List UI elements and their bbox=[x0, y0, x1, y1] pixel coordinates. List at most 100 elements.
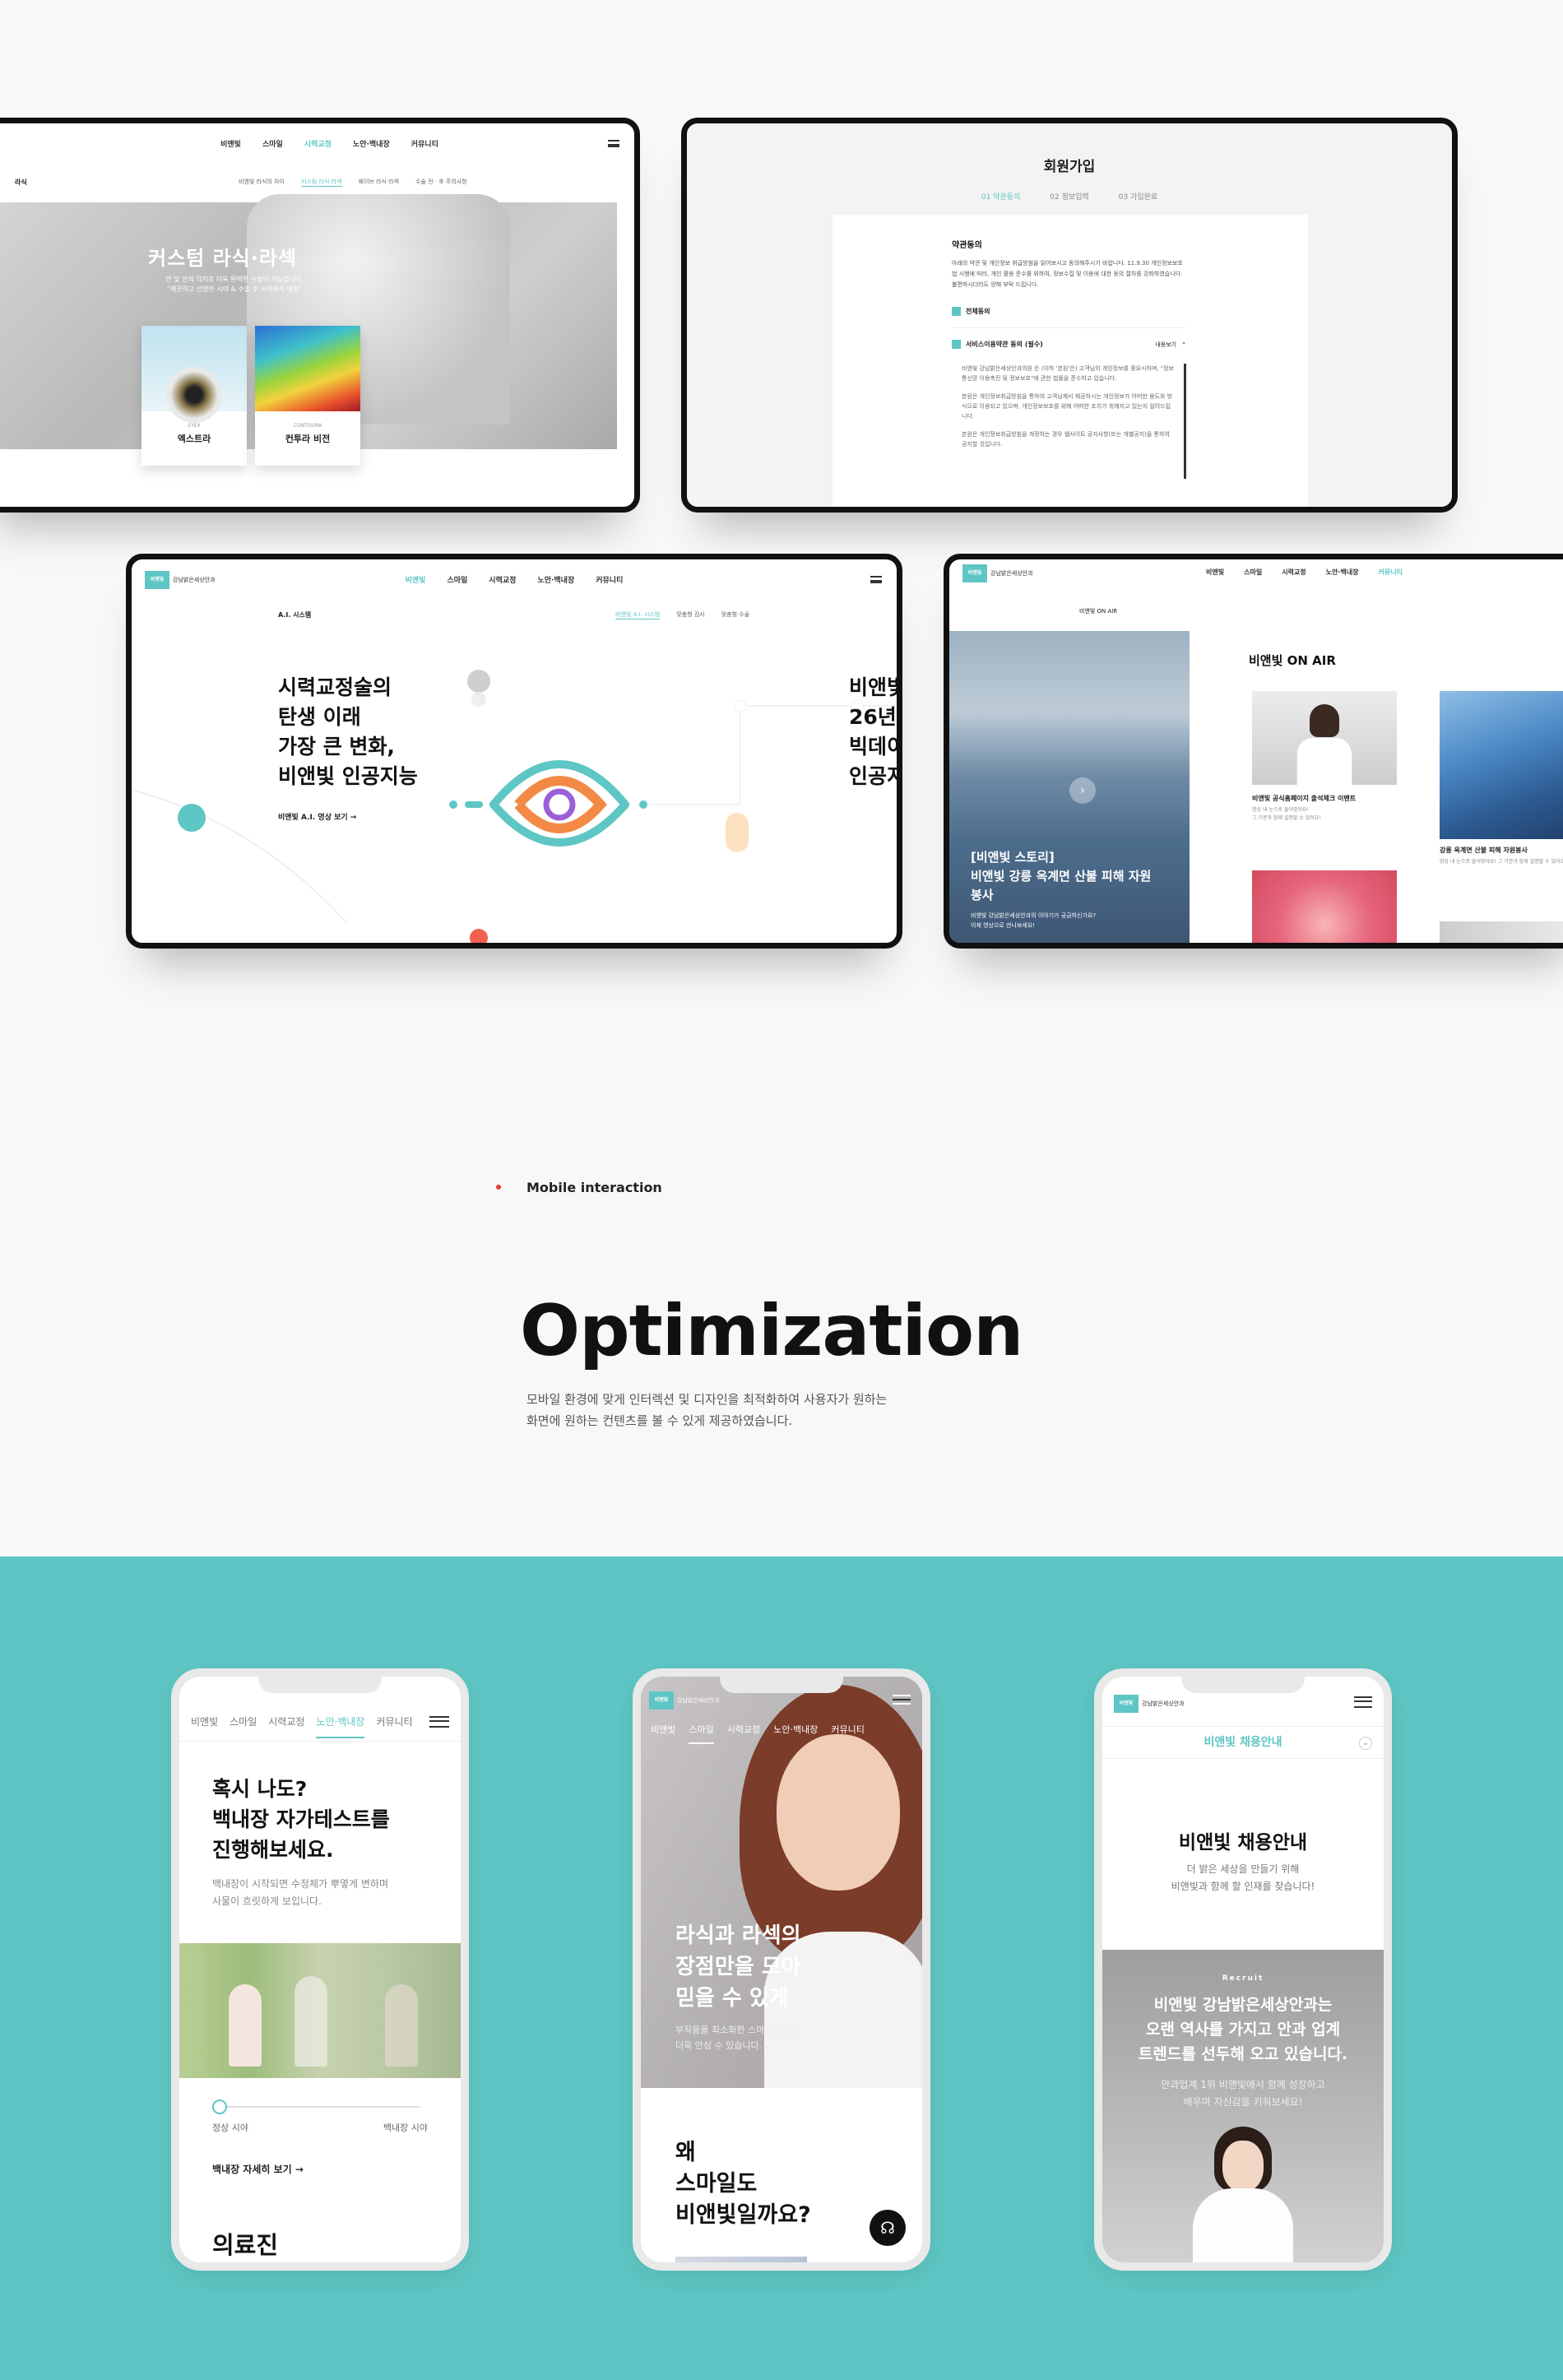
slider-handle[interactable] bbox=[212, 2099, 227, 2114]
sub-tabs: 비앤빛 라식의 차이 커스텀 라식·라섹 웨이브 라식·라섹 수술 전 · 후 … bbox=[239, 178, 467, 187]
arrow-right-icon[interactable]: › bbox=[1069, 777, 1096, 804]
nav-item-active[interactable]: 커뮤니티 bbox=[1378, 568, 1402, 577]
compare-image[interactable] bbox=[179, 1943, 461, 2078]
slider-left-label: 정상 시야 bbox=[212, 2123, 248, 2133]
tab-nav: 비앤빛 스마일 시력교정 노안·백내장 커뮤니티 bbox=[191, 1714, 413, 1738]
feature-title: [비앤빛 스토리] 비앤빛 강릉 옥계면 산불 피해 자원봉사 bbox=[971, 850, 1152, 902]
breadcrumb[interactable]: 라식 bbox=[15, 178, 27, 187]
recruit-headline: 비앤빛 강남밝은세상안과는 오랜 역사를 가지고 안과 업계 트렌드를 선두해 오고… bbox=[1138, 1996, 1348, 2063]
tab[interactable]: 커뮤니티 bbox=[376, 1714, 412, 1738]
hero-desc: "깨끗하고 선명한 시야 & 수술 후 시력까지 예방" bbox=[167, 285, 302, 293]
tab[interactable]: 비앤빛 bbox=[651, 1723, 675, 1744]
chevron-up-icon[interactable]: ⌃ bbox=[1181, 341, 1186, 348]
page-title: 혹시 나도? 백내장 자가테스트를 진행해보세요. bbox=[212, 1777, 390, 1862]
tab-active[interactable]: 스마일 bbox=[689, 1723, 714, 1744]
tab-nav: 비앤빛 스마일 시력교정 노안·백내장 커뮤니티 bbox=[651, 1723, 865, 1744]
tab[interactable]: 수술 전 · 후 주의사항 bbox=[415, 178, 467, 187]
menu-icon[interactable] bbox=[893, 1695, 911, 1705]
terms-panel: 약관동의 아래의 약관 및 개인정보 취급방침을 읽어보시고 동의해주시기 바랍… bbox=[833, 215, 1308, 507]
video-thumb[interactable] bbox=[1252, 691, 1397, 785]
nav-item[interactable]: 스마일 bbox=[447, 574, 467, 585]
laptop-screen-ai: 비앤빛 강남밝은세상안과 비앤빛 스마일 시력교정 노안·백내장 커뮤니티 A.… bbox=[126, 554, 902, 949]
terms-scrollbox[interactable]: 비앤빛 강남밝은세상안과의원 은 (이하 '본원'은) 고객님의 개인정보를 중… bbox=[952, 364, 1186, 479]
nav-item[interactable]: 노안·백내장 bbox=[537, 574, 574, 585]
nav-item[interactable]: 시력교정 bbox=[489, 574, 516, 585]
card-en: EYEX bbox=[188, 423, 201, 429]
recruit-sub: 안과업계 1위 비앤빛에서 함께 성장하고 배우며 자신감을 키워보세요! bbox=[1161, 2079, 1325, 2108]
agree-all-row[interactable]: 전체동의 bbox=[952, 307, 1186, 328]
phone-cataract: 비앤빛 스마일 시력교정 노안·백내장 커뮤니티 혹시 나도? 백내장 자가테스트… bbox=[171, 1668, 469, 2271]
video-thumb[interactable] bbox=[1440, 921, 1563, 943]
tab-active[interactable]: 노안·백내장 bbox=[316, 1714, 365, 1738]
nav-item[interactable]: 커뮤니티 bbox=[596, 574, 623, 585]
nav-item[interactable]: 스마일 bbox=[262, 138, 283, 149]
video-thumb[interactable] bbox=[1252, 870, 1397, 943]
checkbox-checked-icon[interactable] bbox=[952, 307, 961, 316]
agree-service-row[interactable]: 서비스이용약관 동의 (필수) 내용보기 ⌃ bbox=[952, 340, 1186, 349]
nav-item[interactable]: 스마일 bbox=[1244, 568, 1262, 577]
nav-item[interactable]: 노안·백내장 bbox=[353, 138, 390, 149]
tab[interactable]: 비앤빛 bbox=[191, 1714, 218, 1738]
slider-right-label: 백내장 시야 bbox=[383, 2123, 428, 2133]
terms-paragraph: 본원은 개인정보취급방침을 개정하는 경우 웹사이트 공지사항(또는 개별공지)… bbox=[962, 431, 1170, 448]
menu-icon[interactable] bbox=[1354, 1696, 1372, 1708]
page-title: 회원가입 bbox=[1043, 159, 1096, 175]
nav-item[interactable]: 커뮤니티 bbox=[411, 138, 438, 149]
section-desc: 화면에 원하는 컨텐츠를 볼 수 있게 제공하였습니다. bbox=[526, 1413, 793, 1428]
item-title[interactable]: 강릉 옥계면 산불 피해 자원봉사 bbox=[1440, 846, 1528, 855]
feature-card[interactable]: › [비앤빛 스토리] 비앤빛 강릉 옥계면 산불 피해 자원봉사 비앤빛 강남… bbox=[949, 631, 1190, 943]
feature-desc: 비앤빛 강남밝은세상안과의 이야기가 궁금하신가요? 이제 영상으로 만나보세요… bbox=[971, 912, 1097, 929]
phone-recruit: 비앤빛 강남밝은세상안과 비앤빛 채용안내 ⌄ 비앤빛 채용안내 더 밝은 세상… bbox=[1094, 1668, 1392, 2271]
card-eyex[interactable]: EYEX 엑스트라 bbox=[141, 326, 247, 466]
tab[interactable]: 시력교정 bbox=[268, 1714, 304, 1738]
tab[interactable]: 비앤빛 라식의 차이 bbox=[239, 178, 285, 187]
detail-link[interactable]: 백내장 자세히 보기 → bbox=[212, 2162, 304, 2176]
footer-title: 의료진 bbox=[212, 2231, 279, 2259]
card-label: 컨투라 비전 bbox=[285, 434, 331, 444]
tab[interactable]: 웨이브 라식·라섹 bbox=[359, 178, 400, 187]
section-title: 비앤빛 ON AIR bbox=[1249, 653, 1336, 668]
menu-icon[interactable] bbox=[870, 576, 882, 583]
nav-item-active[interactable]: 시력교정 bbox=[304, 138, 332, 149]
hero-title: 커스텀 라식·라섹 bbox=[148, 247, 298, 270]
step: 02 정보입력 bbox=[1050, 193, 1089, 202]
nav-item[interactable]: 비앤빛 bbox=[220, 138, 241, 149]
laptop-screen-signup: 회원가입 01 약관동의 02 정보입력 03 가입완료 약관동의 아래의 약관… bbox=[681, 118, 1458, 513]
laptop-screen-onair: 비앤빛 강남밝은세상안과 비앤빛 스마일 시력교정 노안·백내장 커뮤니티 비앤… bbox=[944, 554, 1563, 949]
nav-item[interactable]: 시력교정 bbox=[1282, 568, 1306, 577]
checkbox-checked-icon[interactable] bbox=[952, 340, 961, 349]
fold-toggle[interactable]: 내용보기 bbox=[1155, 341, 1176, 349]
card-contoura[interactable]: CONTOURA 컨투라 비전 bbox=[255, 326, 360, 466]
logo[interactable]: 비앤빛 강남밝은세상안과 bbox=[1114, 1695, 1185, 1713]
headline-next-slide: 비앤빛 26년 빅데이 인공지 bbox=[849, 675, 902, 788]
item-desc: 명상 내 눈으로 들어맞아요! 그 기분과 함께 설명할 수 있어요! bbox=[1440, 859, 1563, 865]
laptop-screen-lasik: 비앤빛 스마일 시력교정 노안·백내장 커뮤니티 라식 비앤빛 라식의 차이 커… bbox=[0, 118, 640, 513]
tab[interactable]: 노안·백내장 bbox=[773, 1723, 818, 1744]
page-select[interactable]: 비앤빛 채용안내 ⌄ bbox=[1102, 1726, 1384, 1759]
section-title: Optimization bbox=[520, 1290, 1023, 1372]
logo-mark: 비앤빛 bbox=[1114, 1695, 1139, 1713]
tab[interactable]: 시력교정 bbox=[727, 1723, 760, 1744]
logo[interactable]: 비앤빛 강남밝은세상안과 bbox=[649, 1691, 720, 1710]
tab[interactable]: 커뮤니티 bbox=[831, 1723, 864, 1744]
tab-active[interactable]: 커스텀 라식·라섹 bbox=[300, 178, 342, 187]
video-thumb[interactable] bbox=[1440, 691, 1563, 839]
tab[interactable]: 스마일 bbox=[230, 1714, 257, 1738]
breadcrumb[interactable]: 비앤빛 ON AIR bbox=[1079, 607, 1117, 615]
vision-slider-track[interactable] bbox=[212, 2106, 420, 2108]
item-title[interactable]: 비앤빛 공식홈페이지 출석체크 이벤트 bbox=[1252, 794, 1356, 803]
page-desc: 백내장이 시작되면 수정체가 뿌옇게 변하며 사물이 흐릿하게 보입니다. bbox=[212, 1878, 388, 1907]
section-desc: 모바일 환경에 맞게 인터렉션 및 디자인을 최적화하여 사용자가 원하는 bbox=[526, 1392, 888, 1407]
step-active: 01 약관동의 bbox=[981, 193, 1021, 202]
chevron-down-icon[interactable]: ⌄ bbox=[1359, 1737, 1372, 1750]
nav-item[interactable]: 비앤빛 bbox=[1206, 568, 1224, 577]
nav-item[interactable]: 노안·백내장 bbox=[1326, 568, 1359, 577]
chat-headset-icon[interactable]: ☊ bbox=[870, 2210, 906, 2246]
logo-text: 강남밝은세상안과 bbox=[1142, 1700, 1185, 1707]
recruit-banner: Recruit 비앤빛 강남밝은세상안과는 오랜 역사를 가지고 안과 업계 트렌드… bbox=[1102, 1950, 1384, 2262]
menu-icon[interactable] bbox=[429, 1716, 449, 1728]
item-desc: 명상 내 눈으로 들어맞아요! 그 기분과 함께 설명할 수 있어요! bbox=[1252, 807, 1321, 821]
nav-item-active[interactable]: 비앤빛 bbox=[406, 574, 426, 585]
section-title: 약관동의 bbox=[952, 241, 982, 250]
menu-icon[interactable] bbox=[608, 140, 619, 147]
